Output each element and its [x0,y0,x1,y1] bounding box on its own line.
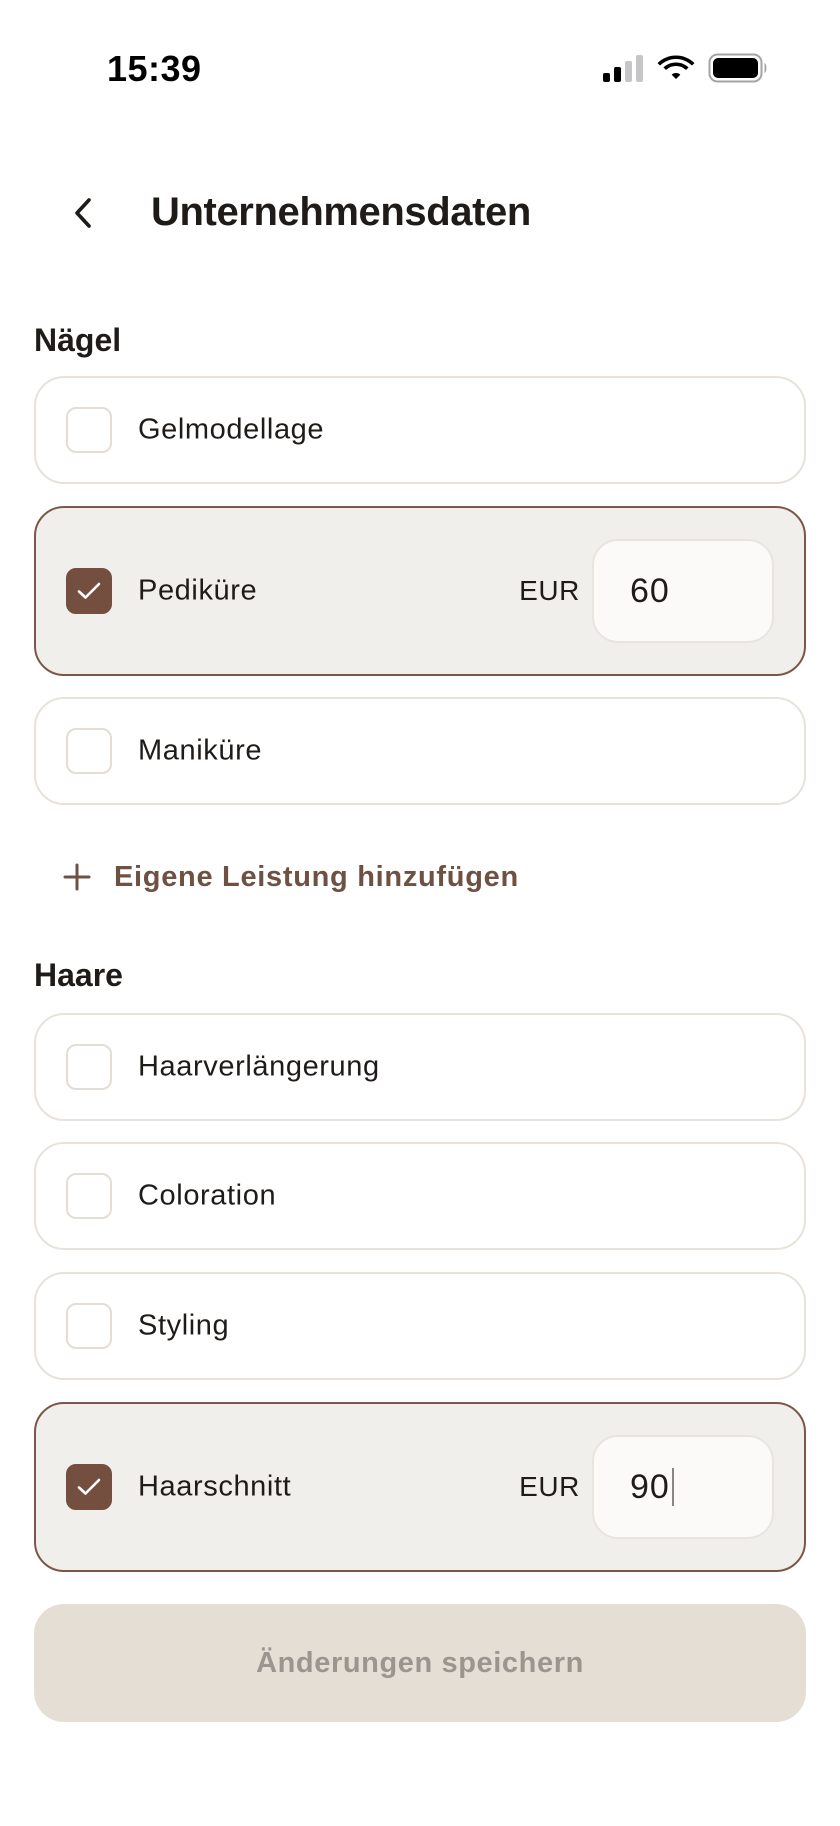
save-changes-button[interactable]: Änderungen speichern [34,1604,806,1722]
currency-label: EUR [519,1471,580,1502]
service-label: Pediküre [138,574,258,607]
checkbox-checked[interactable] [66,568,112,614]
price-value: 90 [630,1467,670,1506]
checkbox[interactable] [66,407,112,453]
status-time: 15:39 [107,48,202,89]
service-item-haarschnitt[interactable]: Haarschnitt EUR 90 [34,1402,806,1572]
cellular-signal-icon [603,55,643,82]
service-label: Haarschnitt [138,1470,292,1503]
section-title-haare: Haare [34,957,123,993]
screen: 15:39 Unternehmensdaten Nägel Gelmodella… [0,0,840,1826]
service-item-styling[interactable]: Styling [34,1272,806,1380]
chevron-left-icon [75,198,91,228]
checkmark-icon [77,582,101,599]
checkbox-checked[interactable] [66,1464,112,1510]
plus-icon [63,863,91,891]
page-title: Unternehmensdaten [151,190,531,234]
text-caret [671,1468,674,1506]
service-item-coloration[interactable]: Coloration [34,1142,806,1250]
wifi-icon [657,55,695,79]
service-label: Maniküre [138,734,263,767]
service-label: Styling [138,1309,230,1342]
checkbox[interactable] [66,1173,112,1219]
service-label: Gelmodellage [138,413,325,446]
add-service-label: Eigene Leistung hinzufügen [114,860,519,893]
checkbox[interactable] [66,728,112,774]
back-button[interactable] [56,185,112,241]
price-input[interactable]: 90 [592,1435,774,1539]
checkbox[interactable] [66,1044,112,1090]
service-item-haarverlaengerung[interactable]: Haarverlängerung [34,1013,806,1121]
service-item-gelmodellage[interactable]: Gelmodellage [34,376,806,484]
price-input[interactable]: 60 [592,539,774,643]
currency-label: EUR [519,575,580,606]
add-custom-service-button[interactable]: Eigene Leistung hinzufügen [62,855,519,899]
checkmark-icon [77,1478,101,1495]
status-bar: 15:39 [0,0,840,140]
battery-icon [708,53,767,83]
service-label: Haarverlängerung [138,1050,380,1083]
service-item-pedikuere[interactable]: Pediküre EUR 60 [34,506,806,676]
service-label: Coloration [138,1179,277,1212]
checkbox[interactable] [66,1303,112,1349]
price-value: 60 [630,571,670,610]
service-item-manikuere[interactable]: Maniküre [34,697,806,805]
section-title-naegel: Nägel [34,322,122,358]
